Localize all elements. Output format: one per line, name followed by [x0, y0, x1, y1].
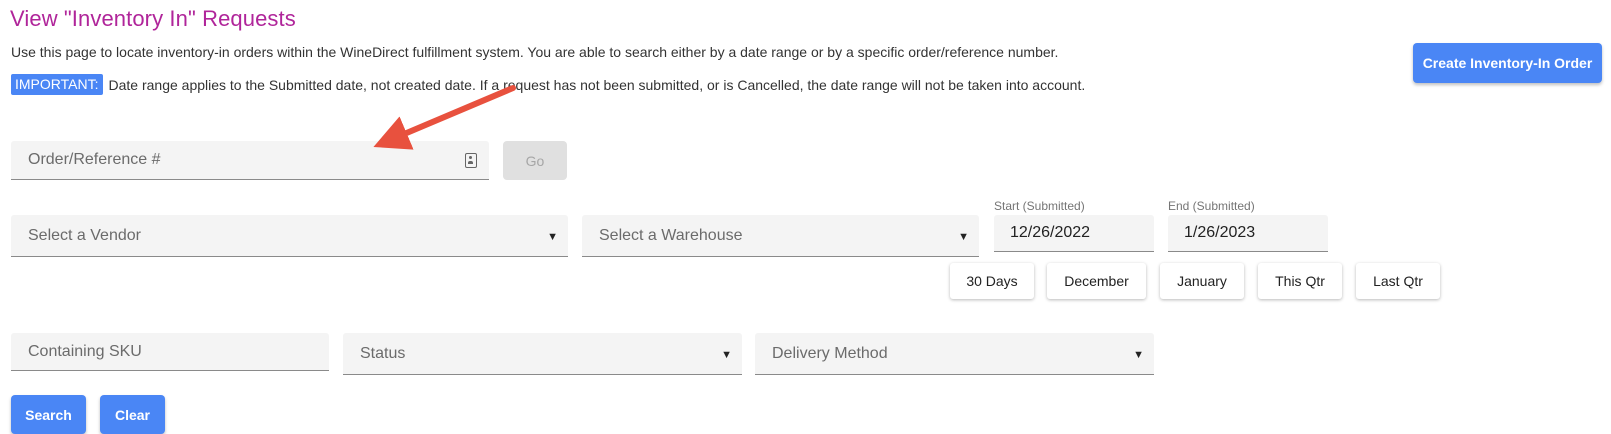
end-date-input[interactable]: 1/26/2023	[1168, 215, 1328, 252]
range-this-qtr-button[interactable]: This Qtr	[1258, 263, 1342, 299]
delivery-method-select[interactable]: Delivery Method ▼	[755, 333, 1154, 375]
order-reference-input[interactable]: Order/Reference #	[11, 141, 489, 180]
caret-down-icon: ▼	[1133, 348, 1144, 361]
status-select-placeholder: Status	[360, 344, 406, 362]
clear-button[interactable]: Clear	[100, 395, 165, 434]
page-title: View "Inventory In" Requests	[10, 6, 296, 31]
important-text: Date range applies to the Submitted date…	[108, 76, 1086, 93]
create-inventory-in-order-button[interactable]: Create Inventory-In Order	[1413, 43, 1602, 83]
contact-card-icon[interactable]	[465, 153, 477, 168]
containing-sku-input[interactable]: Containing SKU	[11, 333, 329, 371]
caret-down-icon: ▼	[958, 230, 969, 243]
caret-down-icon: ▼	[547, 230, 558, 243]
start-date-input[interactable]: 12/26/2022	[994, 215, 1154, 252]
vendor-select-placeholder: Select a Vendor	[28, 226, 141, 244]
order-reference-placeholder: Order/Reference #	[28, 151, 161, 168]
range-last-qtr-button[interactable]: Last Qtr	[1356, 263, 1440, 299]
warehouse-select-placeholder: Select a Warehouse	[599, 226, 743, 244]
search-button[interactable]: Search	[11, 395, 86, 434]
range-30-days-button[interactable]: 30 Days	[950, 263, 1034, 299]
important-badge: IMPORTANT:	[11, 74, 103, 95]
warehouse-select[interactable]: Select a Warehouse ▼	[582, 215, 979, 257]
delivery-method-placeholder: Delivery Method	[772, 344, 888, 362]
end-date-value: 1/26/2023	[1184, 224, 1256, 241]
status-select[interactable]: Status ▼	[343, 333, 742, 375]
end-date-label: End (Submitted)	[1168, 199, 1255, 213]
range-december-button[interactable]: December	[1047, 263, 1146, 299]
page-description: Use this page to locate inventory-in ord…	[11, 44, 1059, 60]
containing-sku-placeholder: Containing SKU	[28, 342, 142, 360]
range-january-button[interactable]: January	[1160, 263, 1244, 299]
go-button[interactable]: Go	[503, 141, 567, 180]
vendor-select[interactable]: Select a Vendor ▼	[11, 215, 568, 257]
caret-down-icon: ▼	[721, 348, 732, 361]
important-notice: IMPORTANT: Date range applies to the Sub…	[11, 74, 1085, 95]
start-date-label: Start (Submitted)	[994, 199, 1085, 213]
start-date-value: 12/26/2022	[1010, 224, 1091, 241]
